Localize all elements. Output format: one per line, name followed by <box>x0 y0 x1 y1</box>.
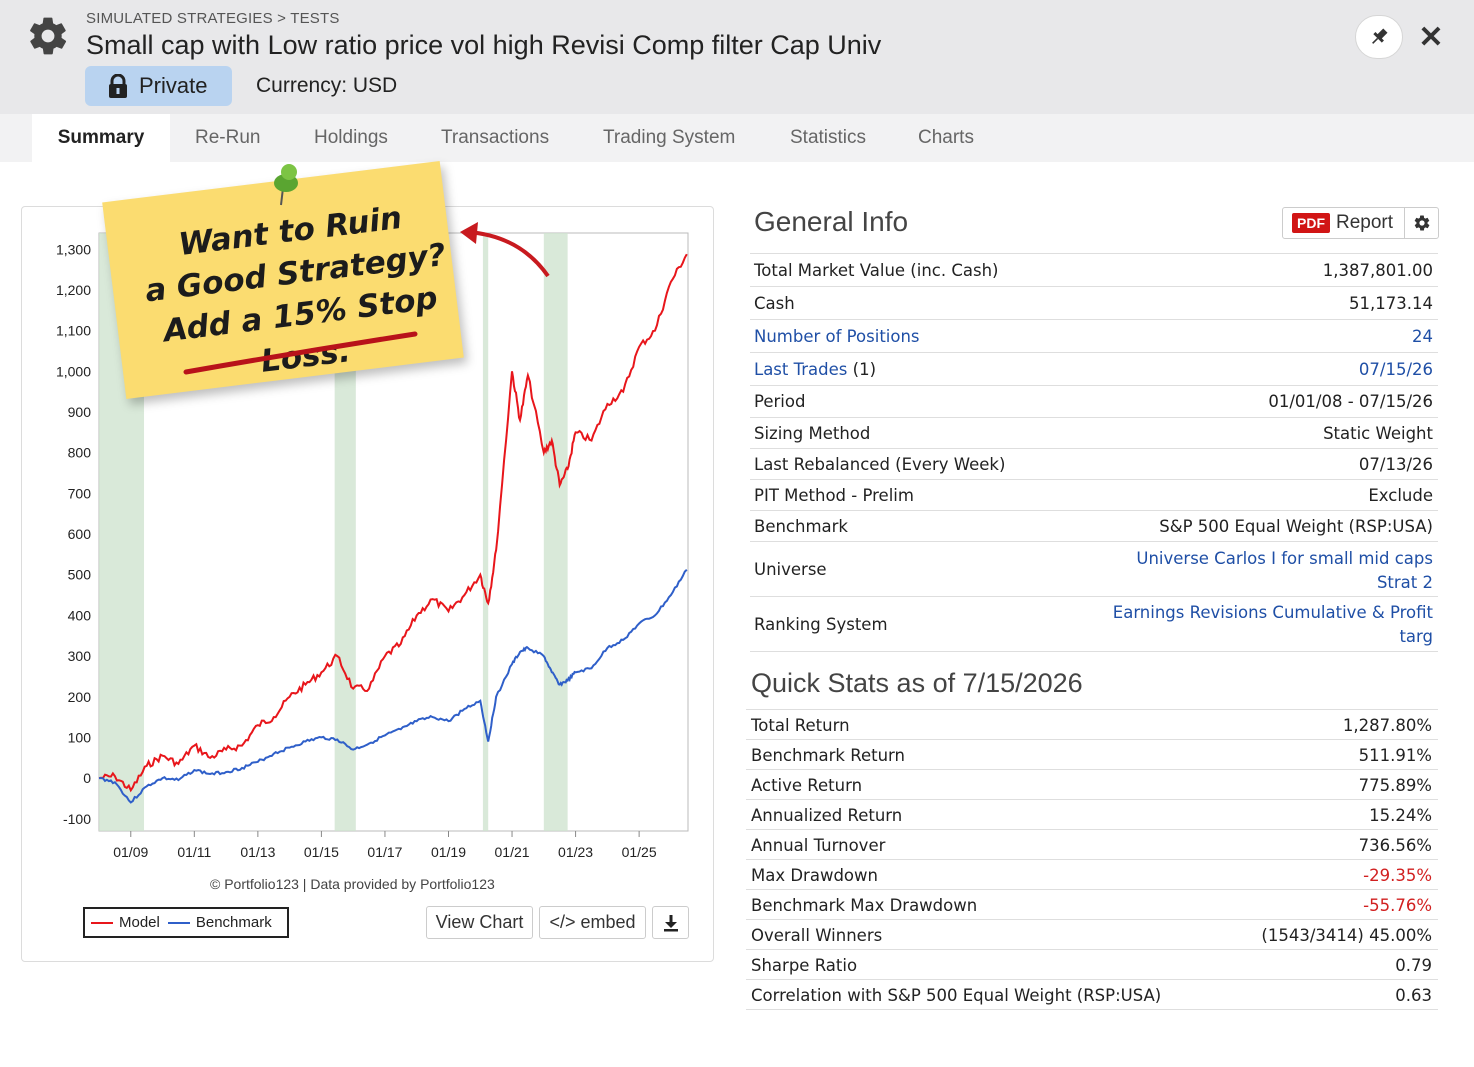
legend-benchmark-swatch <box>167 921 190 924</box>
y-tick-label: 1,300 <box>56 241 91 257</box>
info-row-universe: Universe Universe Carlos I for small mid… <box>750 542 1438 597</box>
quick-stats-title: Quick Stats as of 7/15/2026 <box>751 668 1083 698</box>
y-tick-label: 1,000 <box>56 363 91 379</box>
info-row-number-of-positions: Number of Positions 24 <box>750 320 1438 353</box>
info-row-pit-method: PIT Method - Prelim Exclude <box>750 480 1438 511</box>
legend-model[interactable]: Model <box>119 914 160 931</box>
tab-charts[interactable]: Charts <box>918 114 974 162</box>
stat-row-benchmark-max-drawdown: Benchmark Max Drawdown -55.76% <box>746 890 1438 920</box>
y-tick-label: 900 <box>68 404 92 420</box>
x-tick-label: 01/13 <box>240 844 275 860</box>
y-tick-label: 1,200 <box>56 282 91 298</box>
currency-label: Currency: USD <box>256 74 398 97</box>
positions-link[interactable]: Number of Positions <box>754 327 920 346</box>
lock-icon <box>109 74 127 98</box>
info-row-sizing-method: Sizing Method Static Weight <box>750 418 1438 449</box>
tab-holdings[interactable]: Holdings <box>314 114 388 162</box>
download-icon <box>663 914 678 931</box>
legend-benchmark[interactable]: Benchmark <box>196 914 272 931</box>
y-tick-label: 100 <box>68 729 92 745</box>
info-row-last-trades: Last Trades (1) 07/15/26 <box>750 353 1438 386</box>
private-label: Private <box>139 73 208 98</box>
chart-legend: Model Benchmark <box>83 907 289 938</box>
view-chart-button[interactable]: View Chart <box>426 906 533 939</box>
stat-row-correlation: Correlation with S&P 500 Equal Weight (R… <box>746 980 1438 1010</box>
y-tick-label: 600 <box>68 526 92 542</box>
gear-icon <box>1414 215 1429 231</box>
stat-row-total-return: Total Return 1,287.80% <box>746 710 1438 740</box>
y-tick-label: 200 <box>68 689 92 705</box>
stat-row-annualized-return: Annualized Return 15.24% <box>746 800 1438 830</box>
x-tick-label: 01/25 <box>622 844 657 860</box>
info-row-last-rebalanced: Last Rebalanced (Every Week) 07/13/26 <box>750 449 1438 480</box>
tab-transactions[interactable]: Transactions <box>441 114 549 162</box>
tab-re-run[interactable]: Re-Run <box>195 114 260 162</box>
private-badge[interactable]: Private <box>85 66 232 106</box>
info-row-benchmark: Benchmark S&P 500 Equal Weight (RSP:USA) <box>750 511 1438 542</box>
x-tick-label: 01/15 <box>304 844 339 860</box>
pin-button[interactable] <box>1355 15 1403 59</box>
recession-band <box>543 233 568 831</box>
breadcrumb[interactable]: SIMULATED STRATEGIES > TESTS <box>86 10 340 27</box>
info-row-ranking-system: Ranking System Earnings Revisions Cumula… <box>750 597 1438 652</box>
close-icon[interactable]: ✕ <box>1416 21 1446 54</box>
tab-summary[interactable]: Summary <box>32 114 170 162</box>
pin-icon <box>1372 28 1388 44</box>
y-tick-label: 700 <box>68 485 92 501</box>
chart-credit: © Portfolio123 | Data provided by Portfo… <box>210 876 495 892</box>
tab-statistics[interactable]: Statistics <box>790 114 866 162</box>
x-tick-label: 01/23 <box>558 844 593 860</box>
y-tick-label: 0 <box>83 770 91 786</box>
info-row-cash: Cash 51,173.14 <box>750 287 1438 320</box>
report-label: Report <box>1336 212 1394 233</box>
info-row-period: Period 01/01/08 - 07/15/26 <box>750 386 1438 418</box>
stat-row-max-drawdown: Max Drawdown -29.35% <box>746 860 1438 890</box>
stat-row-annual-turnover: Annual Turnover 736.56% <box>746 830 1438 860</box>
x-tick-label: 01/21 <box>495 844 530 860</box>
legend-model-swatch <box>91 921 113 924</box>
positions-count-link[interactable]: 24 <box>1412 327 1433 346</box>
y-tick-label: 400 <box>68 607 92 623</box>
general-info-title: General Info <box>754 206 909 237</box>
y-tick-label: -100 <box>63 811 91 827</box>
page-header: SIMULATED STRATEGIES > TESTS Small cap w… <box>0 0 1474 114</box>
stat-row-active-return: Active Return 775.89% <box>746 770 1438 800</box>
report-settings-button[interactable] <box>1404 208 1438 238</box>
pdf-icon: PDF <box>1292 213 1330 233</box>
ranking-system-link[interactable]: Earnings Revisions Cumulative & Profit t… <box>1113 601 1433 649</box>
x-tick-label: 01/17 <box>367 844 402 860</box>
report-button[interactable]: PDF Report <box>1282 207 1439 239</box>
x-tick-label: 01/09 <box>113 844 148 860</box>
tab-bar: Summary Re-Run Holdings Transactions Tra… <box>0 114 1474 162</box>
stat-row-sharpe-ratio: Sharpe Ratio 0.79 <box>746 950 1438 980</box>
last-trades-date-link[interactable]: 07/15/26 <box>1359 360 1433 379</box>
last-trades-link[interactable]: Last Trades <box>754 360 847 379</box>
embed-button[interactable]: </> embed <box>539 906 646 939</box>
download-button[interactable] <box>652 906 689 939</box>
y-tick-label: 1,100 <box>56 323 91 339</box>
info-row-total-market-value: Total Market Value (inc. Cash) 1,387,801… <box>750 254 1438 287</box>
y-tick-label: 500 <box>68 567 92 583</box>
y-tick-label: 800 <box>68 445 92 461</box>
gear-icon[interactable] <box>26 14 70 58</box>
tab-trading-system[interactable]: Trading System <box>603 114 735 162</box>
stat-row-benchmark-return: Benchmark Return 511.91% <box>746 740 1438 770</box>
x-tick-label: 01/11 <box>177 844 211 860</box>
x-tick-label: 01/19 <box>431 844 466 860</box>
y-tick-label: 300 <box>68 648 92 664</box>
stat-row-overall-winners: Overall Winners (1543/3414) 45.00% <box>746 920 1438 950</box>
universe-link[interactable]: Universe Carlos I for small mid caps Str… <box>1136 547 1433 595</box>
page-title: Small cap with Low ratio price vol high … <box>86 30 882 60</box>
